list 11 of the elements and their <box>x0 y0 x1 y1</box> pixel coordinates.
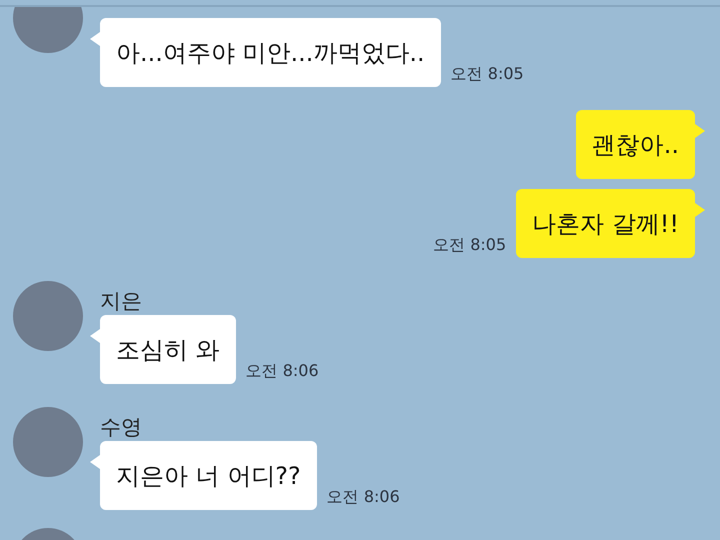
message-time: 오전 8:05 <box>450 64 524 85</box>
sender-name: 지은 <box>100 289 143 313</box>
sender-name: 수영 <box>100 415 143 439</box>
message-time: 오전 8:06 <box>246 361 319 382</box>
message-time: 오전 8:06 <box>326 487 400 508</box>
bubble-tail <box>90 32 100 46</box>
bubble-tail <box>695 124 705 138</box>
message-time: 오전 8:05 <box>433 235 506 256</box>
bubble-tail <box>695 203 705 217</box>
bubble-tail <box>90 329 100 343</box>
bubble-tail <box>90 455 100 469</box>
